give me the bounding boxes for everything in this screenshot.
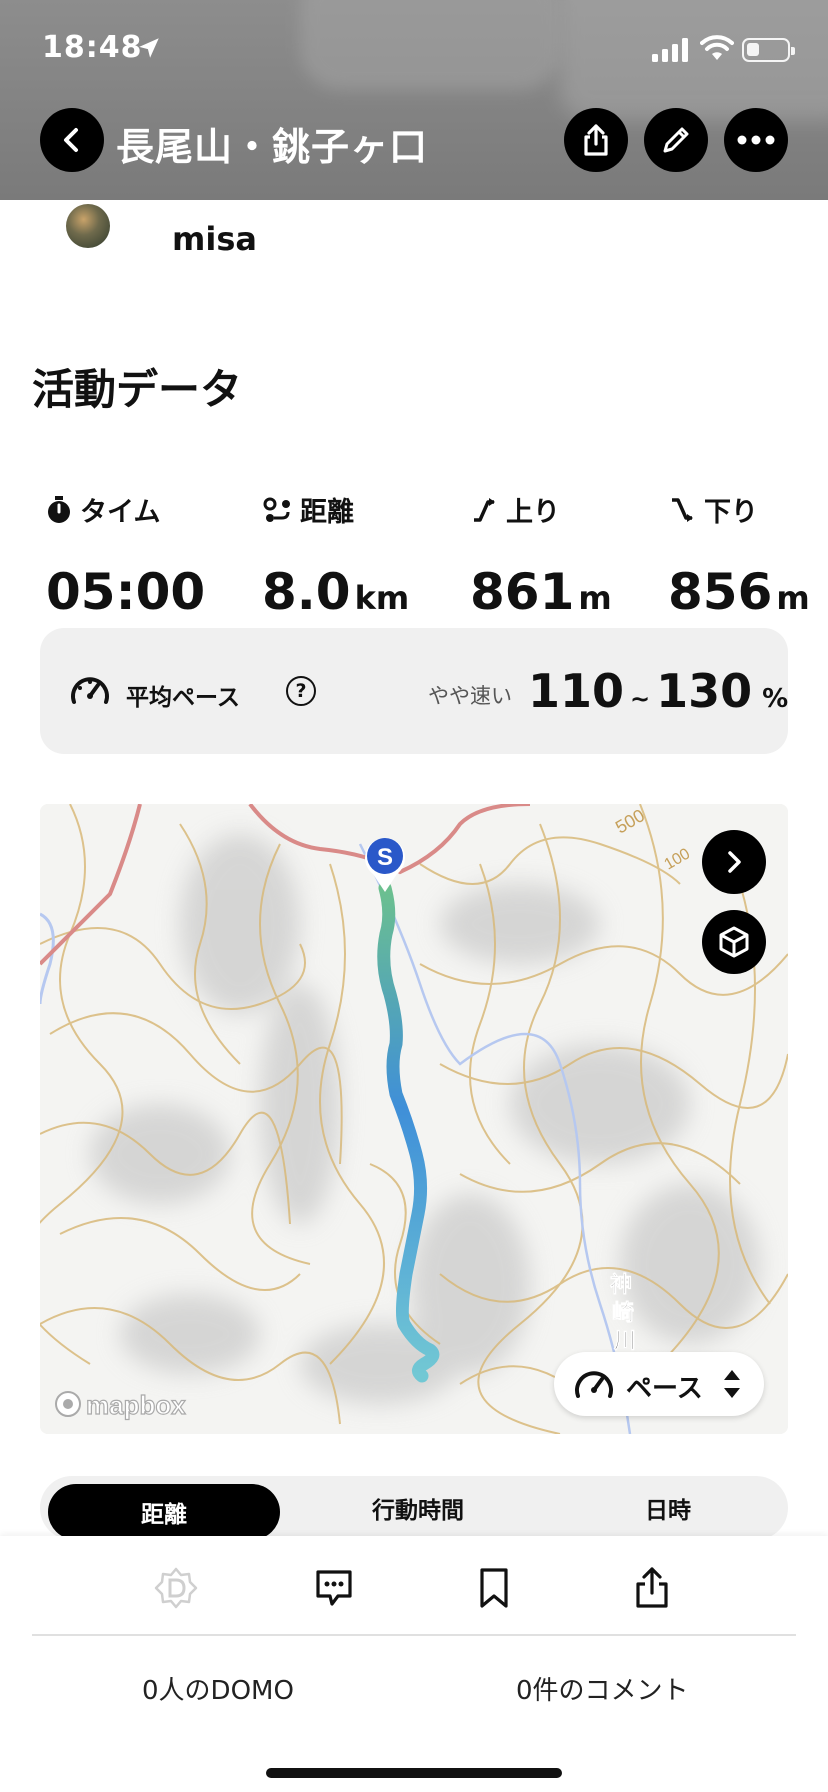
bookmark-icon[interactable] xyxy=(472,1566,516,1610)
stat-value: 861 xyxy=(470,563,575,621)
location-arrow-icon xyxy=(139,38,159,58)
stat-label: 上り xyxy=(506,497,560,528)
stat-unit: km xyxy=(354,579,410,617)
route-map[interactable]: S 500 100 神 崎 川 mapbox ペース xyxy=(40,804,788,1434)
stat-value: 856 xyxy=(668,563,773,621)
tab-date[interactable]: 日時 xyxy=(558,1476,778,1540)
cube-icon xyxy=(719,926,749,958)
help-icon[interactable]: ? xyxy=(286,676,316,706)
chevron-left-icon xyxy=(64,128,78,152)
share-button[interactable] xyxy=(564,108,628,172)
comment-icon[interactable] xyxy=(312,1566,356,1610)
segmented-tabs: 距離 行動時間 日時 xyxy=(40,1476,788,1540)
pace-toggle-button[interactable]: ペース xyxy=(554,1352,764,1416)
section-title: 活動データ xyxy=(32,365,243,414)
speedometer-icon xyxy=(575,1371,613,1398)
stat-label: タイム xyxy=(80,497,161,528)
comment-count[interactable]: 0件のコメント xyxy=(516,1670,689,1707)
stat-time: タイム 05:00 xyxy=(46,490,246,621)
bottom-action-bar: 0人のDOMO 0件のコメント xyxy=(0,1536,828,1792)
mapbox-attribution[interactable]: mapbox xyxy=(85,1389,186,1420)
share-icon[interactable] xyxy=(630,1566,674,1610)
descent-icon xyxy=(672,497,693,522)
battery-icon xyxy=(742,38,795,62)
stat-value: 8.0 xyxy=(262,563,351,621)
domo-icon[interactable] xyxy=(154,1566,198,1610)
stat-label: 下り xyxy=(704,497,758,528)
pace-range: 110 ~130% xyxy=(528,664,788,718)
share-icon xyxy=(584,124,608,156)
status-time: 18:48 xyxy=(42,30,143,65)
pace-unit: % xyxy=(762,684,789,714)
status-bar: 18:48 xyxy=(0,0,828,100)
river-label-2: 崎 xyxy=(612,1301,634,1326)
home-indicator[interactable] xyxy=(266,1768,562,1778)
avatar[interactable] xyxy=(66,204,110,248)
edit-button[interactable] xyxy=(644,108,708,172)
pace-label: 平均ペース xyxy=(126,685,240,711)
sort-updown-icon xyxy=(724,1370,740,1398)
map-next-button[interactable] xyxy=(702,830,766,894)
pace-toggle-label: ペース xyxy=(626,1374,703,1404)
activity-screen: 18:48 長尾山・銚子ヶ口 misa 活動データ タイム 05:00 距離 8… xyxy=(0,0,828,1792)
wifi-icon xyxy=(700,35,734,60)
average-pace-card[interactable]: 平均ペース ? やや速い 110 ~130% xyxy=(40,628,788,754)
stat-label: 距離 xyxy=(300,497,354,528)
route-icon xyxy=(263,497,290,522)
divider xyxy=(32,1634,796,1636)
river-label-1: 神 xyxy=(610,1272,632,1298)
stat-descent: 下り 856 m xyxy=(668,490,828,621)
stat-ascent: 上り 861 m xyxy=(470,490,670,621)
stat-value: 05:00 xyxy=(46,563,206,621)
tab-distance[interactable]: 距離 xyxy=(48,1484,280,1540)
chevron-right-icon xyxy=(728,851,741,873)
pace-min: 110 xyxy=(528,664,625,718)
map-3d-button[interactable] xyxy=(702,910,766,974)
more-icon xyxy=(737,135,775,145)
stat-unit: m xyxy=(578,579,612,617)
pencil-icon xyxy=(663,127,689,153)
tab-activity-time[interactable]: 行動時間 xyxy=(308,1476,528,1540)
speedometer-icon xyxy=(71,677,109,704)
pace-description: やや速い xyxy=(428,684,512,708)
page-title: 長尾山・銚子ヶ口 xyxy=(116,125,429,169)
stopwatch-icon xyxy=(48,495,70,523)
cellular-signal-icon xyxy=(652,38,688,62)
header: 18:48 長尾山・銚子ヶ口 xyxy=(0,0,828,200)
start-marker-label: S xyxy=(377,844,393,871)
ascent-icon xyxy=(474,497,495,522)
more-button[interactable] xyxy=(724,108,788,172)
pace-max: 130 xyxy=(656,664,753,718)
stat-distance: 距離 8.0 km xyxy=(262,490,462,621)
username[interactable]: misa xyxy=(172,220,257,258)
river-label-3: 川 xyxy=(613,1329,636,1354)
back-button[interactable] xyxy=(40,108,104,172)
domo-count[interactable]: 0人のDOMO xyxy=(142,1670,294,1707)
topo-map: S 500 100 神 崎 川 mapbox xyxy=(40,804,788,1434)
stat-unit: m xyxy=(776,579,810,617)
pace-separator: ~ xyxy=(630,685,651,713)
